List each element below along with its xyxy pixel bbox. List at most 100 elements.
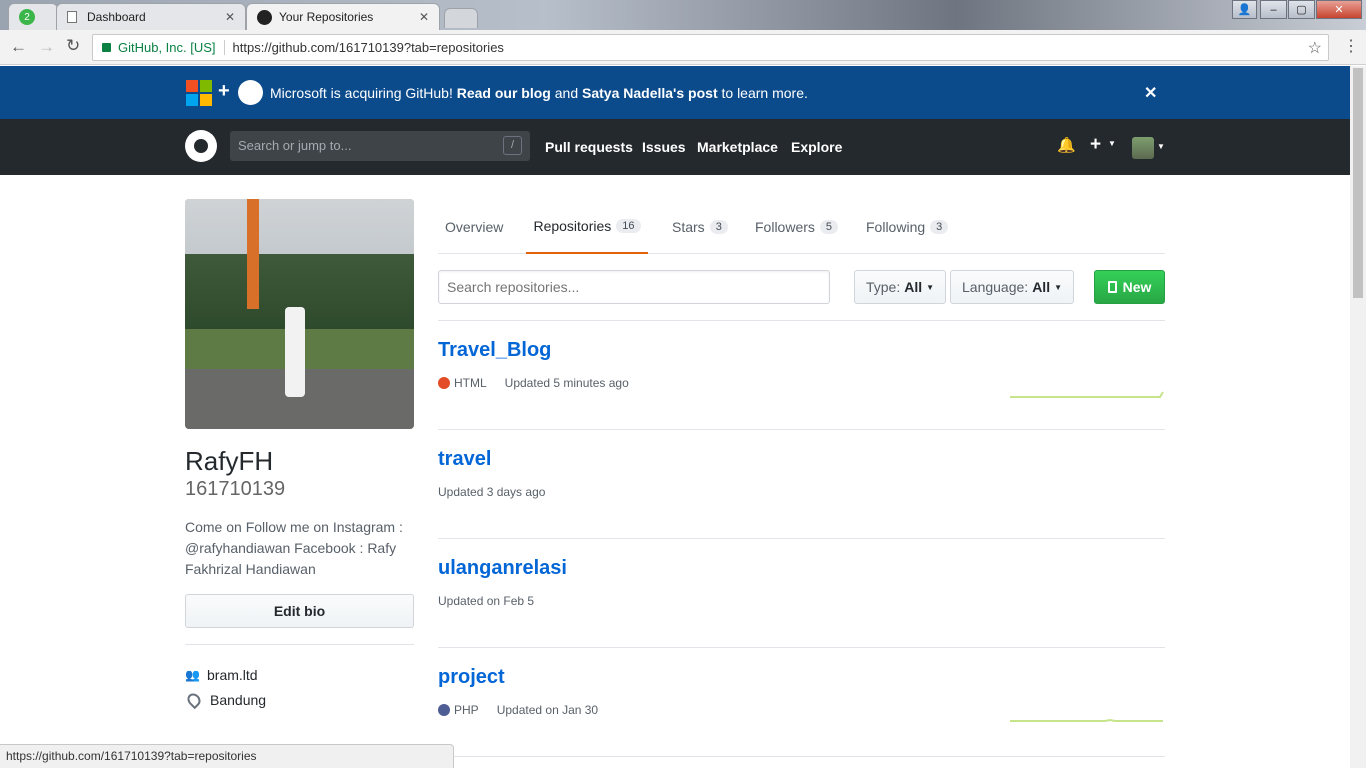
nav-pull-requests[interactable]: Pull requests (545, 139, 633, 155)
people-icon: 👥 (185, 668, 200, 682)
tab-followers[interactable]: Followers 5 (755, 199, 839, 254)
scrollbar-thumb[interactable] (1353, 68, 1363, 298)
minimize-button[interactable]: – (1260, 0, 1287, 19)
tab-label: Following (866, 218, 926, 235)
profile-organization: 👥 bram.ltd (185, 667, 258, 683)
browser-tab-repositories[interactable]: Your Repositories ✕ (246, 3, 440, 30)
repo-list-item: travel Updated 3 days ago (438, 430, 1165, 539)
tab-label: Overview (445, 218, 504, 235)
user-profile-icon[interactable]: 👤 (1232, 0, 1257, 19)
repo-name-link[interactable]: project (438, 666, 505, 689)
maximize-button[interactable]: ▢ (1288, 0, 1315, 19)
tab-label: Followers (755, 218, 815, 235)
browser-tab-dashboard[interactable]: Dashboard ✕ (56, 3, 246, 30)
github-favicon-icon (257, 9, 272, 25)
edit-bio-button[interactable]: Edit bio (185, 594, 414, 628)
bio-line: Come on Follow me on Instagram : (185, 519, 403, 535)
nadella-post-link[interactable]: Satya Nadella's post (582, 85, 718, 101)
address-bar[interactable]: GitHub, Inc. [US] https://github.com/161… (92, 34, 1329, 61)
divider (185, 644, 414, 645)
tab-repositories[interactable]: Repositories 16 (526, 199, 648, 254)
repo-name-link[interactable]: travel (438, 448, 491, 471)
repo-updated: Updated on Feb 5 (438, 594, 535, 608)
close-tab-icon[interactable]: ✕ (225, 10, 235, 24)
tab-label: Your Repositories (279, 10, 374, 24)
url-text: https://github.com/161710139?tab=reposit… (232, 40, 504, 55)
blog-link[interactable]: Read our blog (457, 85, 551, 101)
repo-updated: Updated 3 days ago (438, 485, 546, 499)
activity-sparkline (1010, 718, 1163, 722)
repo-book-icon (1107, 281, 1117, 293)
github-header: Search or jump to... / Pull requests Iss… (0, 119, 1350, 175)
lock-icon (102, 43, 111, 52)
repo-name-link[interactable]: ulanganrelasi (438, 557, 567, 580)
chrome-menu-icon[interactable]: ⋮ (1343, 36, 1359, 56)
site-identity: GitHub, Inc. [US] (118, 40, 216, 55)
nav-marketplace[interactable]: Marketplace (697, 139, 778, 155)
tab-label: Dashboard (87, 10, 146, 24)
language-filter-dropdown[interactable]: Language: All ▼ (950, 270, 1074, 304)
nav-issues[interactable]: Issues (642, 139, 686, 155)
following-count-badge: 3 (930, 219, 949, 234)
filter-label: Type: (865, 279, 901, 295)
profile-location: Bandung (184, 690, 267, 710)
repo-name-link[interactable]: Travel_Blog (438, 339, 551, 362)
close-banner-icon[interactable]: ✕ (1144, 83, 1157, 103)
language-color-dot (438, 704, 450, 716)
caret-down-icon: ▼ (1054, 282, 1062, 292)
acquisition-banner: + Microsoft is acquiring GitHub! Read ou… (0, 66, 1350, 119)
create-new-plus-icon[interactable]: + (1090, 134, 1101, 156)
language-color-dot (438, 377, 450, 389)
close-window-button[interactable]: ✕ (1316, 0, 1362, 19)
banner-text: to learn more. (721, 85, 808, 101)
activity-sparkline (1010, 391, 1164, 398)
github-logo-icon[interactable] (185, 130, 217, 162)
profile-username: 161710139 (185, 478, 286, 500)
type-filter-dropdown[interactable]: Type: All ▼ (854, 270, 946, 304)
banner-message: Microsoft is acquiring GitHub! Read our … (270, 85, 808, 101)
avatar[interactable] (1132, 137, 1154, 159)
page-scrollbar[interactable] (1350, 66, 1366, 768)
tab-label: Stars (672, 218, 705, 235)
bio-line: @rafyhandiawan Facebook : Rafy (185, 540, 397, 556)
repo-meta: PHP Updated on Jan 30 (438, 703, 598, 717)
location-text: Bandung (210, 692, 267, 708)
status-bar-url: https://github.com/161710139?tab=reposit… (0, 744, 454, 768)
tab-following[interactable]: Following 3 (866, 199, 949, 254)
divider (223, 40, 225, 55)
chevron-down-icon[interactable]: ▼ (1157, 142, 1165, 151)
browser-tab-whatsapp[interactable]: 2 (8, 3, 58, 30)
github-logo-icon (238, 80, 263, 105)
bookmark-star-icon[interactable]: ☆ (1308, 38, 1322, 58)
close-tab-icon[interactable]: ✕ (419, 10, 429, 24)
reload-icon[interactable]: ↻ (66, 36, 80, 56)
global-search-input[interactable]: Search or jump to... / (230, 131, 530, 161)
nav-explore[interactable]: Explore (791, 139, 842, 155)
filter-label: Language: (962, 279, 1029, 295)
repo-list-item: ulanganrelasi Updated on Feb 5 (438, 539, 1165, 648)
chevron-down-icon[interactable]: ▼ (1108, 139, 1116, 148)
organization-text: bram.ltd (207, 667, 258, 683)
banner-text: and (554, 85, 579, 101)
notifications-bell-icon[interactable]: 🔔 (1057, 136, 1076, 154)
tab-stars[interactable]: Stars 3 (672, 199, 728, 254)
profile-photo (185, 199, 414, 429)
back-icon[interactable]: ← (10, 37, 27, 57)
browser-tab-strip: 2 Dashboard ✕ Your Repositories ✕ 👤 – ▢ … (0, 0, 1366, 30)
repo-meta: Updated on Feb 5 (438, 594, 534, 608)
whatsapp-badge-icon: 2 (19, 9, 35, 25)
profile-name: RafyFH (185, 446, 274, 476)
repo-updated: Updated 5 minutes ago (504, 376, 629, 390)
forward-icon[interactable]: → (38, 37, 55, 57)
search-placeholder: Search or jump to... (238, 138, 352, 153)
profile-bio: Come on Follow me on Instagram : @rafyha… (185, 517, 414, 580)
plus-icon: + (218, 80, 230, 102)
new-repository-button[interactable]: New (1094, 270, 1165, 304)
new-tab-button[interactable] (444, 8, 478, 28)
tab-overview[interactable]: Overview (445, 199, 503, 254)
repo-meta: HTML Updated 5 minutes ago (438, 376, 629, 390)
repository-search-input[interactable] (438, 270, 830, 304)
repo-list-item: project PHP Updated on Jan 30 (438, 648, 1165, 757)
browser-toolbar: ← → ↻ GitHub, Inc. [US] https://github.c… (0, 30, 1366, 65)
filter-value: All (1032, 279, 1051, 295)
